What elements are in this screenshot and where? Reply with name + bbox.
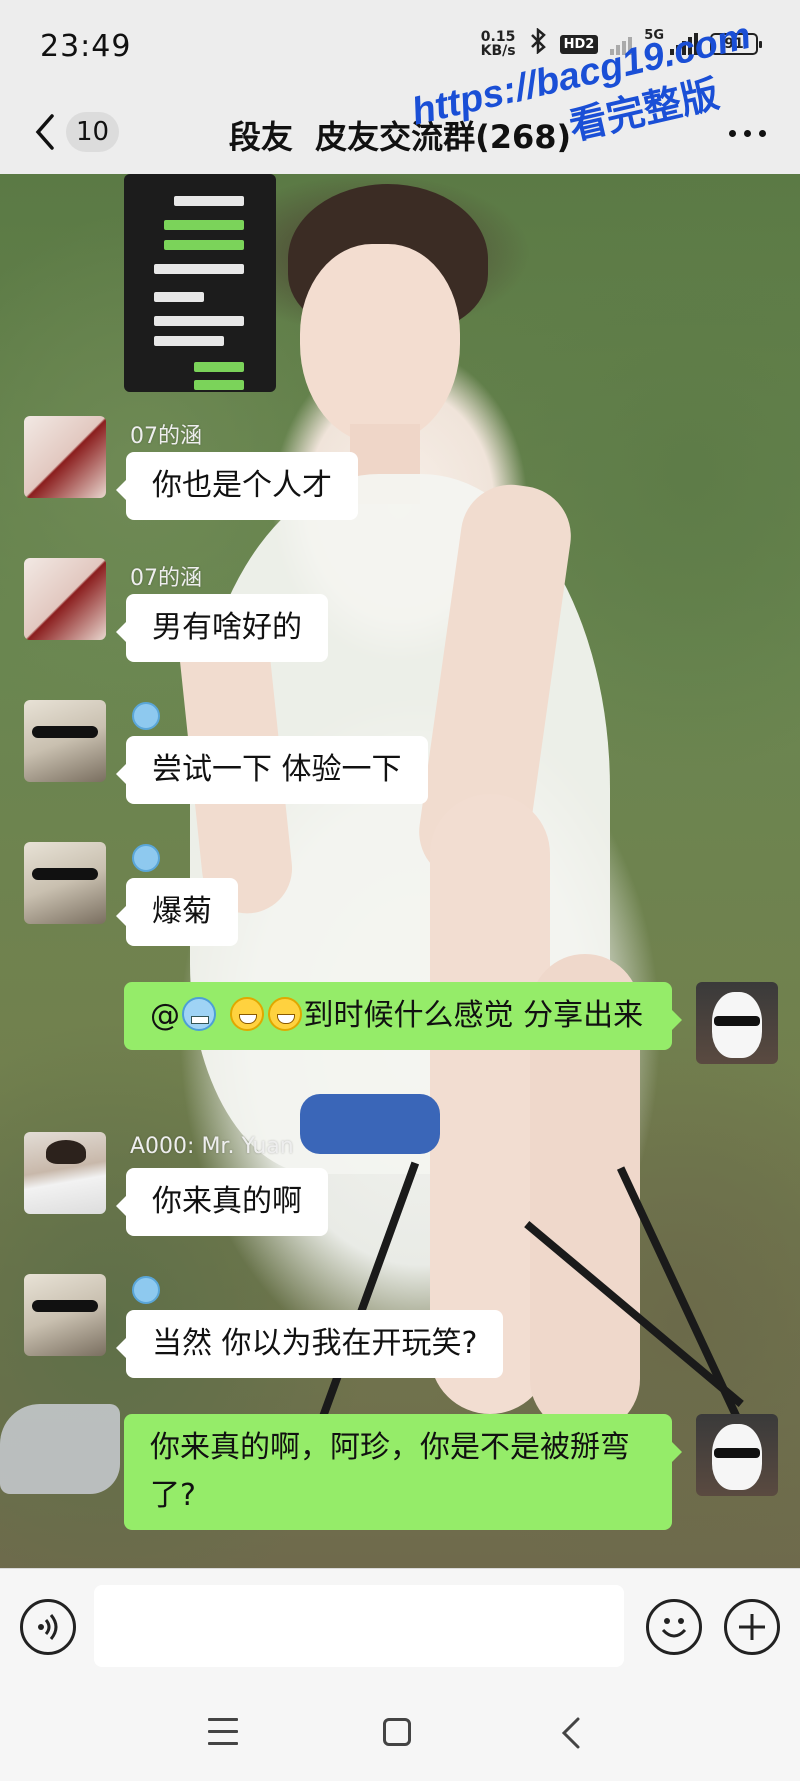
- system-nav-bar: [0, 1686, 800, 1781]
- sender-name: 07的涵: [130, 424, 202, 449]
- shared-screenshot-image[interactable]: [124, 174, 276, 392]
- cold-face-emoji-icon: [182, 997, 216, 1031]
- message-input[interactable]: [94, 1585, 624, 1667]
- chat-area[interactable]: 07的涵 你也是个人才 07的涵 男有啥好的 尝试一下 体验一下 爆菊 @ 到时…: [0, 174, 800, 1568]
- voice-icon[interactable]: [20, 1599, 76, 1655]
- my-avatar[interactable]: [696, 1414, 778, 1496]
- avatar[interactable]: [24, 842, 106, 924]
- my-avatar[interactable]: [696, 982, 778, 1064]
- message-bubble[interactable]: 爆菊: [116, 878, 238, 946]
- sender-emoji-icon: [132, 702, 160, 730]
- message-bubble[interactable]: 你也是个人才: [116, 452, 358, 520]
- message-bubble-outgoing[interactable]: @ 到时候什么感觉 分享出来: [124, 982, 682, 1050]
- hd-badge: HD2: [559, 34, 599, 54]
- sender-name: A000: Mr. Yuan: [130, 1134, 294, 1159]
- message-bubble-outgoing[interactable]: 你来真的啊，阿珍，你是不是被掰弯了?: [124, 1414, 682, 1530]
- avatar[interactable]: [24, 700, 106, 782]
- network-speed-unit: KB/s: [480, 43, 516, 59]
- signal-weak-icon: [610, 33, 633, 55]
- network-type: 5G: [644, 28, 664, 43]
- network-speed-value: 0.15: [480, 29, 516, 45]
- status-time: 23:49: [40, 28, 132, 64]
- chat-title: 段友 皮友交流群(268): [228, 118, 572, 156]
- nav-menu-icon[interactable]: [208, 1718, 238, 1746]
- status-bar: 23:49 0.15 KB/s HD2 5G 91: [0, 0, 800, 92]
- network-speed: 0.15 KB/s: [481, 30, 516, 58]
- chat-header: 10 段友 皮友交流群(268): [0, 92, 800, 174]
- grin-emoji-icon: [229, 997, 264, 1031]
- bluetooth-icon: [528, 27, 548, 60]
- nav-home-icon[interactable]: [383, 1718, 411, 1746]
- status-icons: 0.15 KB/s HD2 5G 91: [481, 27, 762, 60]
- battery-icon: 91: [710, 33, 762, 55]
- message-bubble[interactable]: 当然 你以为我在开玩笑?: [115, 1310, 504, 1378]
- mention-prefix: @: [150, 998, 180, 1033]
- sender-name: 07的涵: [130, 566, 202, 591]
- input-bar: [0, 1568, 800, 1686]
- avatar[interactable]: [24, 1132, 106, 1214]
- sender-emoji-icon: [132, 844, 160, 872]
- plus-icon[interactable]: [724, 1599, 780, 1655]
- signal-icon: [670, 33, 698, 55]
- avatar[interactable]: [24, 1274, 106, 1356]
- emoji-icon[interactable]: [646, 1599, 702, 1655]
- message-text: 到时候什么感觉 分享出来: [303, 998, 644, 1033]
- more-icon[interactable]: [729, 130, 766, 137]
- nav-back-icon[interactable]: [556, 1716, 586, 1750]
- message-bubble[interactable]: 男有啥好的: [116, 594, 328, 662]
- grin-emoji-icon: [267, 997, 302, 1031]
- message-bubble[interactable]: 尝试一下 体验一下: [116, 736, 428, 804]
- message-bubble[interactable]: 你来真的啊: [116, 1168, 328, 1236]
- sender-emoji-icon: [132, 1276, 160, 1304]
- avatar[interactable]: [24, 416, 106, 498]
- avatar[interactable]: [24, 558, 106, 640]
